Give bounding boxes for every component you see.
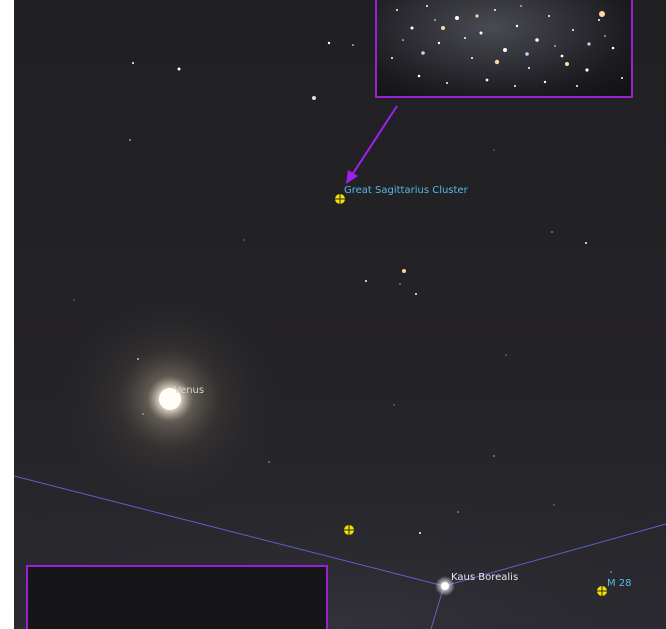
star [243,239,245,241]
star [402,269,406,273]
star [493,149,495,151]
star [585,242,587,244]
venus-planet[interactable] [55,284,285,514]
star [312,96,316,100]
star [352,44,354,46]
star [327,41,331,45]
star [505,354,507,356]
venus-label[interactable]: Venus [174,385,204,397]
star [415,293,417,295]
star [399,283,401,285]
star [393,404,395,406]
star [129,139,131,141]
star [551,231,553,233]
star [268,461,270,463]
circle-crosshair-icon[interactable] [344,525,354,535]
star [610,571,612,573]
kaus-borealis-label[interactable]: Kaus Borealis [451,572,518,584]
star [553,504,555,506]
cluster-star-field [391,5,623,87]
star [457,511,459,513]
great-sagittarius-cluster-label[interactable]: Great Sagittarius Cluster [344,185,468,197]
star [177,67,181,71]
sky-map[interactable]: Great Sagittarius Cluster Venus Kaus Bor… [14,0,666,629]
cluster-inset-image [375,0,633,98]
star [493,455,495,457]
star [132,62,134,64]
star [73,299,75,301]
circle-crosshair-icon[interactable] [597,586,607,596]
m28-label[interactable]: M 28 [607,578,632,590]
arrow-icon [346,105,398,184]
kaus-borealis-core [441,582,449,590]
inset-panel [26,565,328,629]
star [365,280,367,282]
star [419,532,421,534]
